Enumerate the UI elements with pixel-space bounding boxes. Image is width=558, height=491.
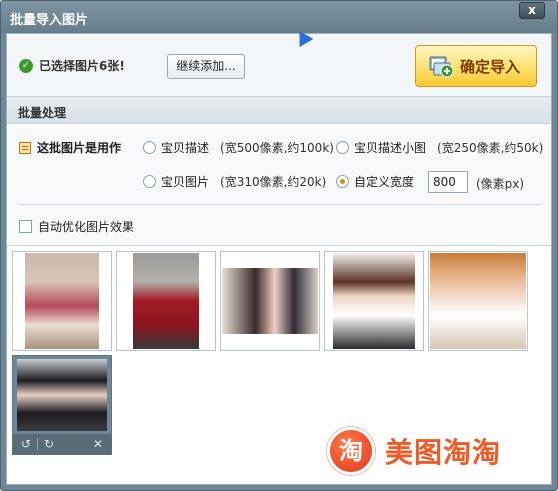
taotao-logo-icon: 淘 (327, 427, 375, 475)
option-extra: (宽250像素,约50k) (437, 141, 544, 155)
option-label: 宝贝描述小图 (354, 141, 427, 155)
unit-label: (像素px) (476, 177, 525, 191)
photo-girl-6 (17, 359, 107, 431)
document-icon (19, 141, 31, 154)
auto-optimize-label: 自动优化图片效果 (38, 220, 135, 234)
radio-button[interactable] (143, 141, 156, 154)
photo-girl-5 (430, 253, 526, 349)
image-thumbnail[interactable] (324, 251, 424, 351)
option-extra: (宽500像素,约100k) (220, 141, 334, 155)
photo-girl-3 (222, 268, 318, 334)
image-add-icon (428, 54, 454, 78)
import-dialog: 批量导入图片 x ✓ 已选择图片6张! 继续添加... 确定导入 批量处理 这批… (0, 0, 558, 491)
image-thumbnail-selected[interactable]: ↺ ↻ ✕ (12, 355, 112, 455)
use-as-text: 这批图片是用作 (37, 141, 122, 155)
watermark-logo: 淘 美图淘淘 (327, 427, 501, 475)
status-text: 已选择图片6张! (39, 59, 125, 73)
use-as-label: 这批图片是用作 (19, 139, 121, 156)
batch-processing-header: 批量处理 (7, 96, 551, 124)
option-label: 自定义宽度 (354, 175, 415, 189)
option-custom-width[interactable]: 自定义宽度 (336, 173, 414, 190)
section-title: 批量处理 (18, 106, 67, 120)
continue-add-button[interactable]: 继续添加... (167, 54, 245, 79)
toolbar-separator (37, 438, 38, 450)
confirm-import-button[interactable]: 确定导入 (415, 45, 537, 87)
radio-button-selected[interactable] (336, 175, 349, 188)
radio-button[interactable] (336, 141, 349, 154)
processing-panel: 这批图片是用作 宝贝描述 (宽500像素,约100k) 宝贝描述小图 (宽250… (7, 125, 551, 245)
dialog-content: ✓ 已选择图片6张! 继续添加... 确定导入 批量处理 这批图片是用作 宝贝描… (6, 33, 552, 485)
divider (19, 204, 541, 205)
image-thumbnail[interactable] (12, 251, 112, 351)
option-label: 宝贝描述 (161, 141, 210, 155)
delete-icon[interactable]: ✕ (91, 437, 105, 451)
photo-girl-4 (333, 253, 415, 349)
thumbnail-toolbar: ↺ ↻ ✕ (13, 434, 111, 454)
import-label: 确定导入 (460, 57, 521, 76)
image-thumbnail[interactable] (116, 251, 216, 351)
option-item-image[interactable]: 宝贝图片 (宽310像素,约20k) (143, 173, 326, 190)
auto-optimize-option[interactable]: 自动优化图片效果 (19, 218, 134, 235)
option-desc[interactable]: 宝贝描述 (宽500像素,约100k) (143, 139, 334, 156)
radio-button[interactable] (143, 175, 156, 188)
image-thumbnail[interactable] (220, 251, 320, 351)
image-thumbnail[interactable] (428, 251, 528, 351)
auto-optimize-checkbox[interactable] (19, 220, 32, 233)
rotate-right-icon[interactable]: ↻ (42, 437, 56, 451)
watermark-text: 美图淘淘 (385, 436, 502, 469)
dialog-title: 批量导入图片 (10, 13, 89, 28)
option-desc-small[interactable]: 宝贝描述小图 (宽250像素,约50k) (336, 139, 543, 156)
selection-status: ✓ 已选择图片6张! (19, 57, 125, 74)
title-bar: 批量导入图片 x (1, 1, 557, 33)
check-icon: ✓ (19, 58, 33, 73)
close-icon: x (528, 3, 536, 17)
photo-girl-2 (133, 253, 199, 349)
rotate-left-icon[interactable]: ↺ (19, 437, 33, 451)
option-label: 宝贝图片 (161, 175, 210, 189)
custom-width-input[interactable]: 800 (428, 171, 468, 193)
close-button[interactable]: x (519, 2, 545, 19)
option-extra: (宽310像素,约20k) (220, 175, 327, 189)
top-section: ✓ 已选择图片6张! 继续添加... 确定导入 (7, 34, 551, 96)
photo-girl-1 (25, 253, 99, 349)
